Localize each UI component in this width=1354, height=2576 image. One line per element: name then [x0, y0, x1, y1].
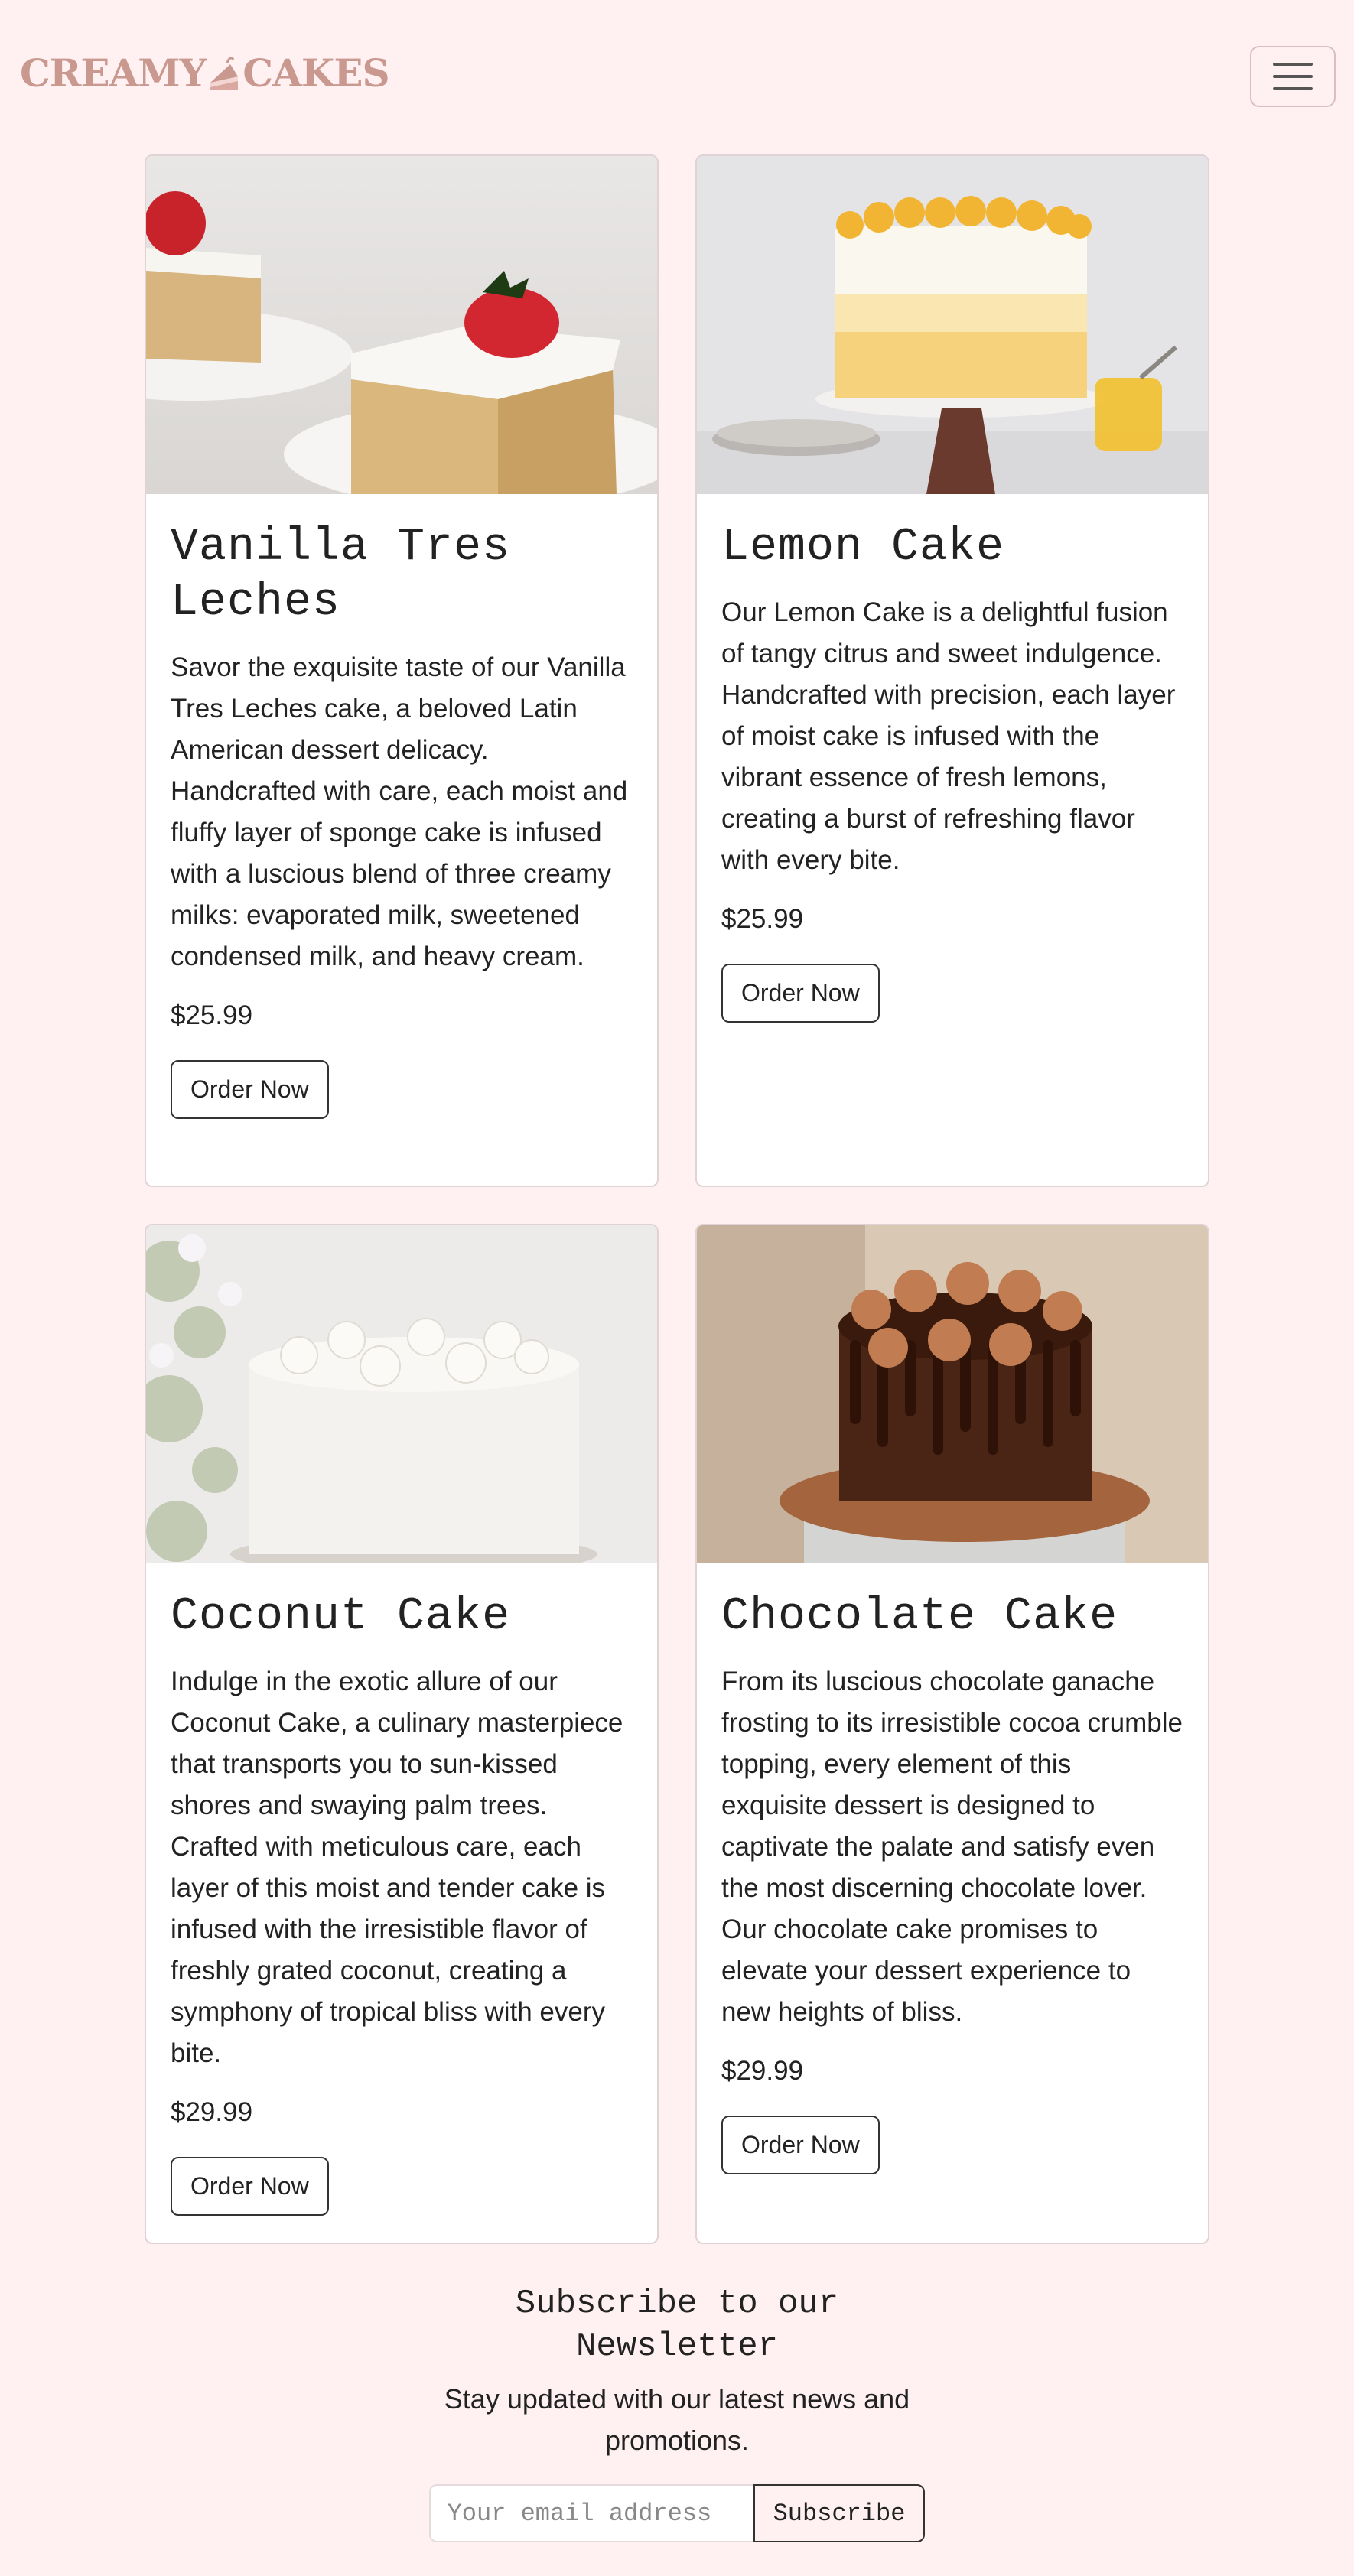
- card-title: Lemon Cake: [721, 522, 1005, 574]
- hamburger-icon: [1273, 87, 1313, 90]
- card-title: Vanilla Tres Leches: [171, 522, 511, 629]
- email-field[interactable]: [428, 2484, 753, 2542]
- order-now-button[interactable]: Order Now: [171, 1060, 329, 1119]
- card-title: Chocolate Cake: [721, 1591, 1118, 1643]
- navbar-toggle-button[interactable]: [1250, 46, 1336, 107]
- newsletter-title: Subscribe to our Newsletter: [515, 2285, 839, 2366]
- card-price: $25.99: [721, 904, 804, 934]
- order-now-button[interactable]: Order Now: [171, 2157, 329, 2216]
- newsletter-text: Stay updated with our latest news and pr…: [444, 2383, 910, 2456]
- product-card-lemon-cake: Lemon Cake Our Lemon Cake is a delightfu…: [695, 154, 1209, 1187]
- brand-part1: CREAMY: [20, 50, 207, 96]
- card-description: From its luscious chocolate ganache fros…: [721, 1667, 1183, 2027]
- product-card-chocolate-cake: Chocolate Cake From its luscious chocola…: [695, 1224, 1209, 2244]
- tres-leches-image: [146, 156, 657, 494]
- card-price: $29.99: [171, 2097, 253, 2127]
- card-price: $29.99: [721, 2056, 804, 2086]
- card-description: Savor the exquisite taste of our Vanilla…: [171, 652, 628, 971]
- card-description: Our Lemon Cake is a delightful fusion of…: [721, 597, 1176, 875]
- brand-part2: CAKES: [242, 50, 389, 96]
- lemon-cake-image: [697, 156, 1208, 494]
- chocolate-cake-image: [697, 1225, 1208, 1563]
- hamburger-icon: [1273, 75, 1313, 78]
- card-description: Indulge in the exotic allure of our Coco…: [171, 1667, 623, 2068]
- order-now-button[interactable]: Order Now: [721, 2116, 880, 2174]
- cake-slice-icon: [210, 56, 239, 90]
- order-now-button[interactable]: Order Now: [721, 964, 880, 1023]
- hamburger-icon: [1273, 63, 1313, 66]
- product-card-coconut-cake: Coconut Cake Indulge in the exotic allur…: [145, 1224, 659, 2244]
- newsletter-form: Subscribe: [0, 2484, 1354, 2542]
- newsletter-section: Subscribe to our Newsletter Stay updated…: [0, 2282, 1354, 2542]
- card-title: Coconut Cake: [171, 1591, 511, 1643]
- subscribe-button[interactable]: Subscribe: [753, 2484, 926, 2542]
- card-price: $25.99: [171, 1000, 253, 1030]
- navbar: CREAMY CAKES: [0, 0, 1354, 153]
- product-card-vanilla-tres-leches: Vanilla Tres Leches Savor the exquisite …: [145, 154, 659, 1187]
- brand-logo[interactable]: CREAMY CAKES: [20, 50, 390, 96]
- coconut-cake-image: [146, 1225, 657, 1563]
